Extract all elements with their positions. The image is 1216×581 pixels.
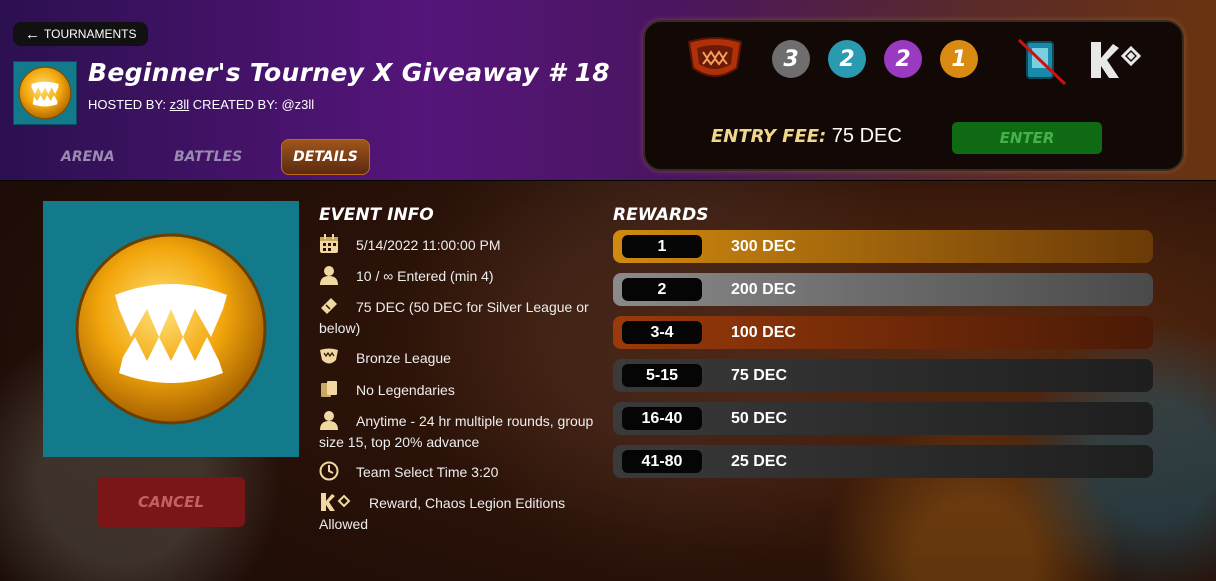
reward-rank: 1: [622, 235, 702, 258]
reward-prize: 200 DEC: [731, 280, 796, 298]
league-badge-icon: [319, 347, 341, 367]
event-date: 5/14/2022 11:00:00 PM: [319, 234, 599, 256]
reward-row: 5-15 75 DEC: [613, 359, 1153, 392]
reward-prize: 50 DEC: [731, 409, 788, 427]
reward-row: 2 200 DEC: [613, 273, 1153, 306]
created-by-label: CREATED BY:: [192, 97, 278, 112]
reward-prize: 300 DEC: [731, 237, 796, 255]
reward-prize: 25 DEC: [731, 452, 788, 470]
ticket-icon: [319, 296, 341, 316]
arrow-left-icon: ←: [25, 25, 40, 43]
enter-button[interactable]: ENTER: [952, 122, 1102, 154]
tournament-title: Beginner's Tourney X Giveaway # 18: [88, 58, 610, 87]
event-format: Anytime - 24 hr multiple rounds, group s…: [319, 410, 599, 453]
reward-row: 3-4 100 DEC: [613, 316, 1153, 349]
event-entrants: 10 / ∞ Entered (min 4): [319, 265, 599, 287]
reward-prize: 100 DEC: [731, 323, 796, 341]
back-label: TOURNAMENTS: [44, 27, 137, 41]
entry-fee-label: ENTRY FEE:: [711, 126, 827, 147]
no-legendary-card-icon: [1015, 34, 1069, 93]
reward-prize: 75 DEC: [731, 366, 788, 384]
calendar-icon: [319, 234, 341, 254]
reward-row: 16-40 50 DEC: [613, 402, 1153, 435]
clock-icon: [319, 461, 341, 481]
reward-rank: 3-4: [622, 321, 702, 344]
edition-icon: [319, 492, 353, 512]
entry-fee-value: 75 DEC: [831, 125, 902, 147]
level-limit-death: 2: [884, 40, 922, 78]
tournament-image: [43, 201, 299, 457]
event-info-title: EVENT INFO: [319, 205, 434, 225]
level-limit-water: 2: [828, 40, 866, 78]
tab-details[interactable]: DETAILS: [281, 139, 370, 175]
reward-rank: 5-15: [622, 364, 702, 387]
tab-arena[interactable]: ARENA: [47, 139, 129, 175]
monster-orb-icon: [75, 233, 267, 425]
level-limit-life: 1: [940, 40, 978, 78]
tab-battles[interactable]: BATTLES: [160, 139, 256, 175]
event-fee: 75 DEC (50 DEC for Silver League or belo…: [319, 296, 599, 339]
host-info: HOSTED BY: z3ll CREATED BY: @z3ll: [88, 97, 314, 112]
event-league: Bronze League: [319, 347, 599, 369]
monster-orb-icon: [18, 66, 72, 120]
back-to-tournaments-button[interactable]: ← TOURNAMENTS: [13, 22, 148, 46]
creator-name: @z3ll: [281, 97, 315, 112]
host-link[interactable]: z3ll: [170, 97, 190, 112]
cards-icon: [319, 379, 341, 399]
bronze-league-icon: [685, 34, 745, 89]
rewards-title: REWARDS: [613, 205, 709, 225]
event-team-time: Team Select Time 3:20: [319, 461, 599, 483]
event-card-rule: No Legendaries: [319, 379, 599, 401]
reward-rank: 2: [622, 278, 702, 301]
header: ← TOURNAMENTS Beginner's Tourney X Givea…: [0, 0, 1216, 181]
level-limit-neutral: 3: [772, 40, 810, 78]
hosted-by-label: HOSTED BY:: [88, 97, 167, 112]
tournament-thumbnail: [13, 61, 77, 125]
user-icon: [319, 265, 341, 285]
event-editions: Reward, Chaos Legion Editions Allowed: [319, 492, 599, 535]
reward-rank: 41-80: [622, 450, 702, 473]
entry-fee: ENTRY FEE: 75 DEC: [711, 125, 902, 148]
reward-row: 41-80 25 DEC: [613, 445, 1153, 478]
cancel-button[interactable]: CANCEL: [97, 477, 245, 527]
chaos-legion-edition-icon: [1087, 38, 1147, 87]
user-icon: [319, 410, 341, 430]
entry-panel: 3 2 2 1 ENTRY FEE: 75 DEC ENTER: [643, 20, 1184, 171]
reward-rank: 16-40: [622, 407, 702, 430]
reward-row: 1 300 DEC: [613, 230, 1153, 263]
